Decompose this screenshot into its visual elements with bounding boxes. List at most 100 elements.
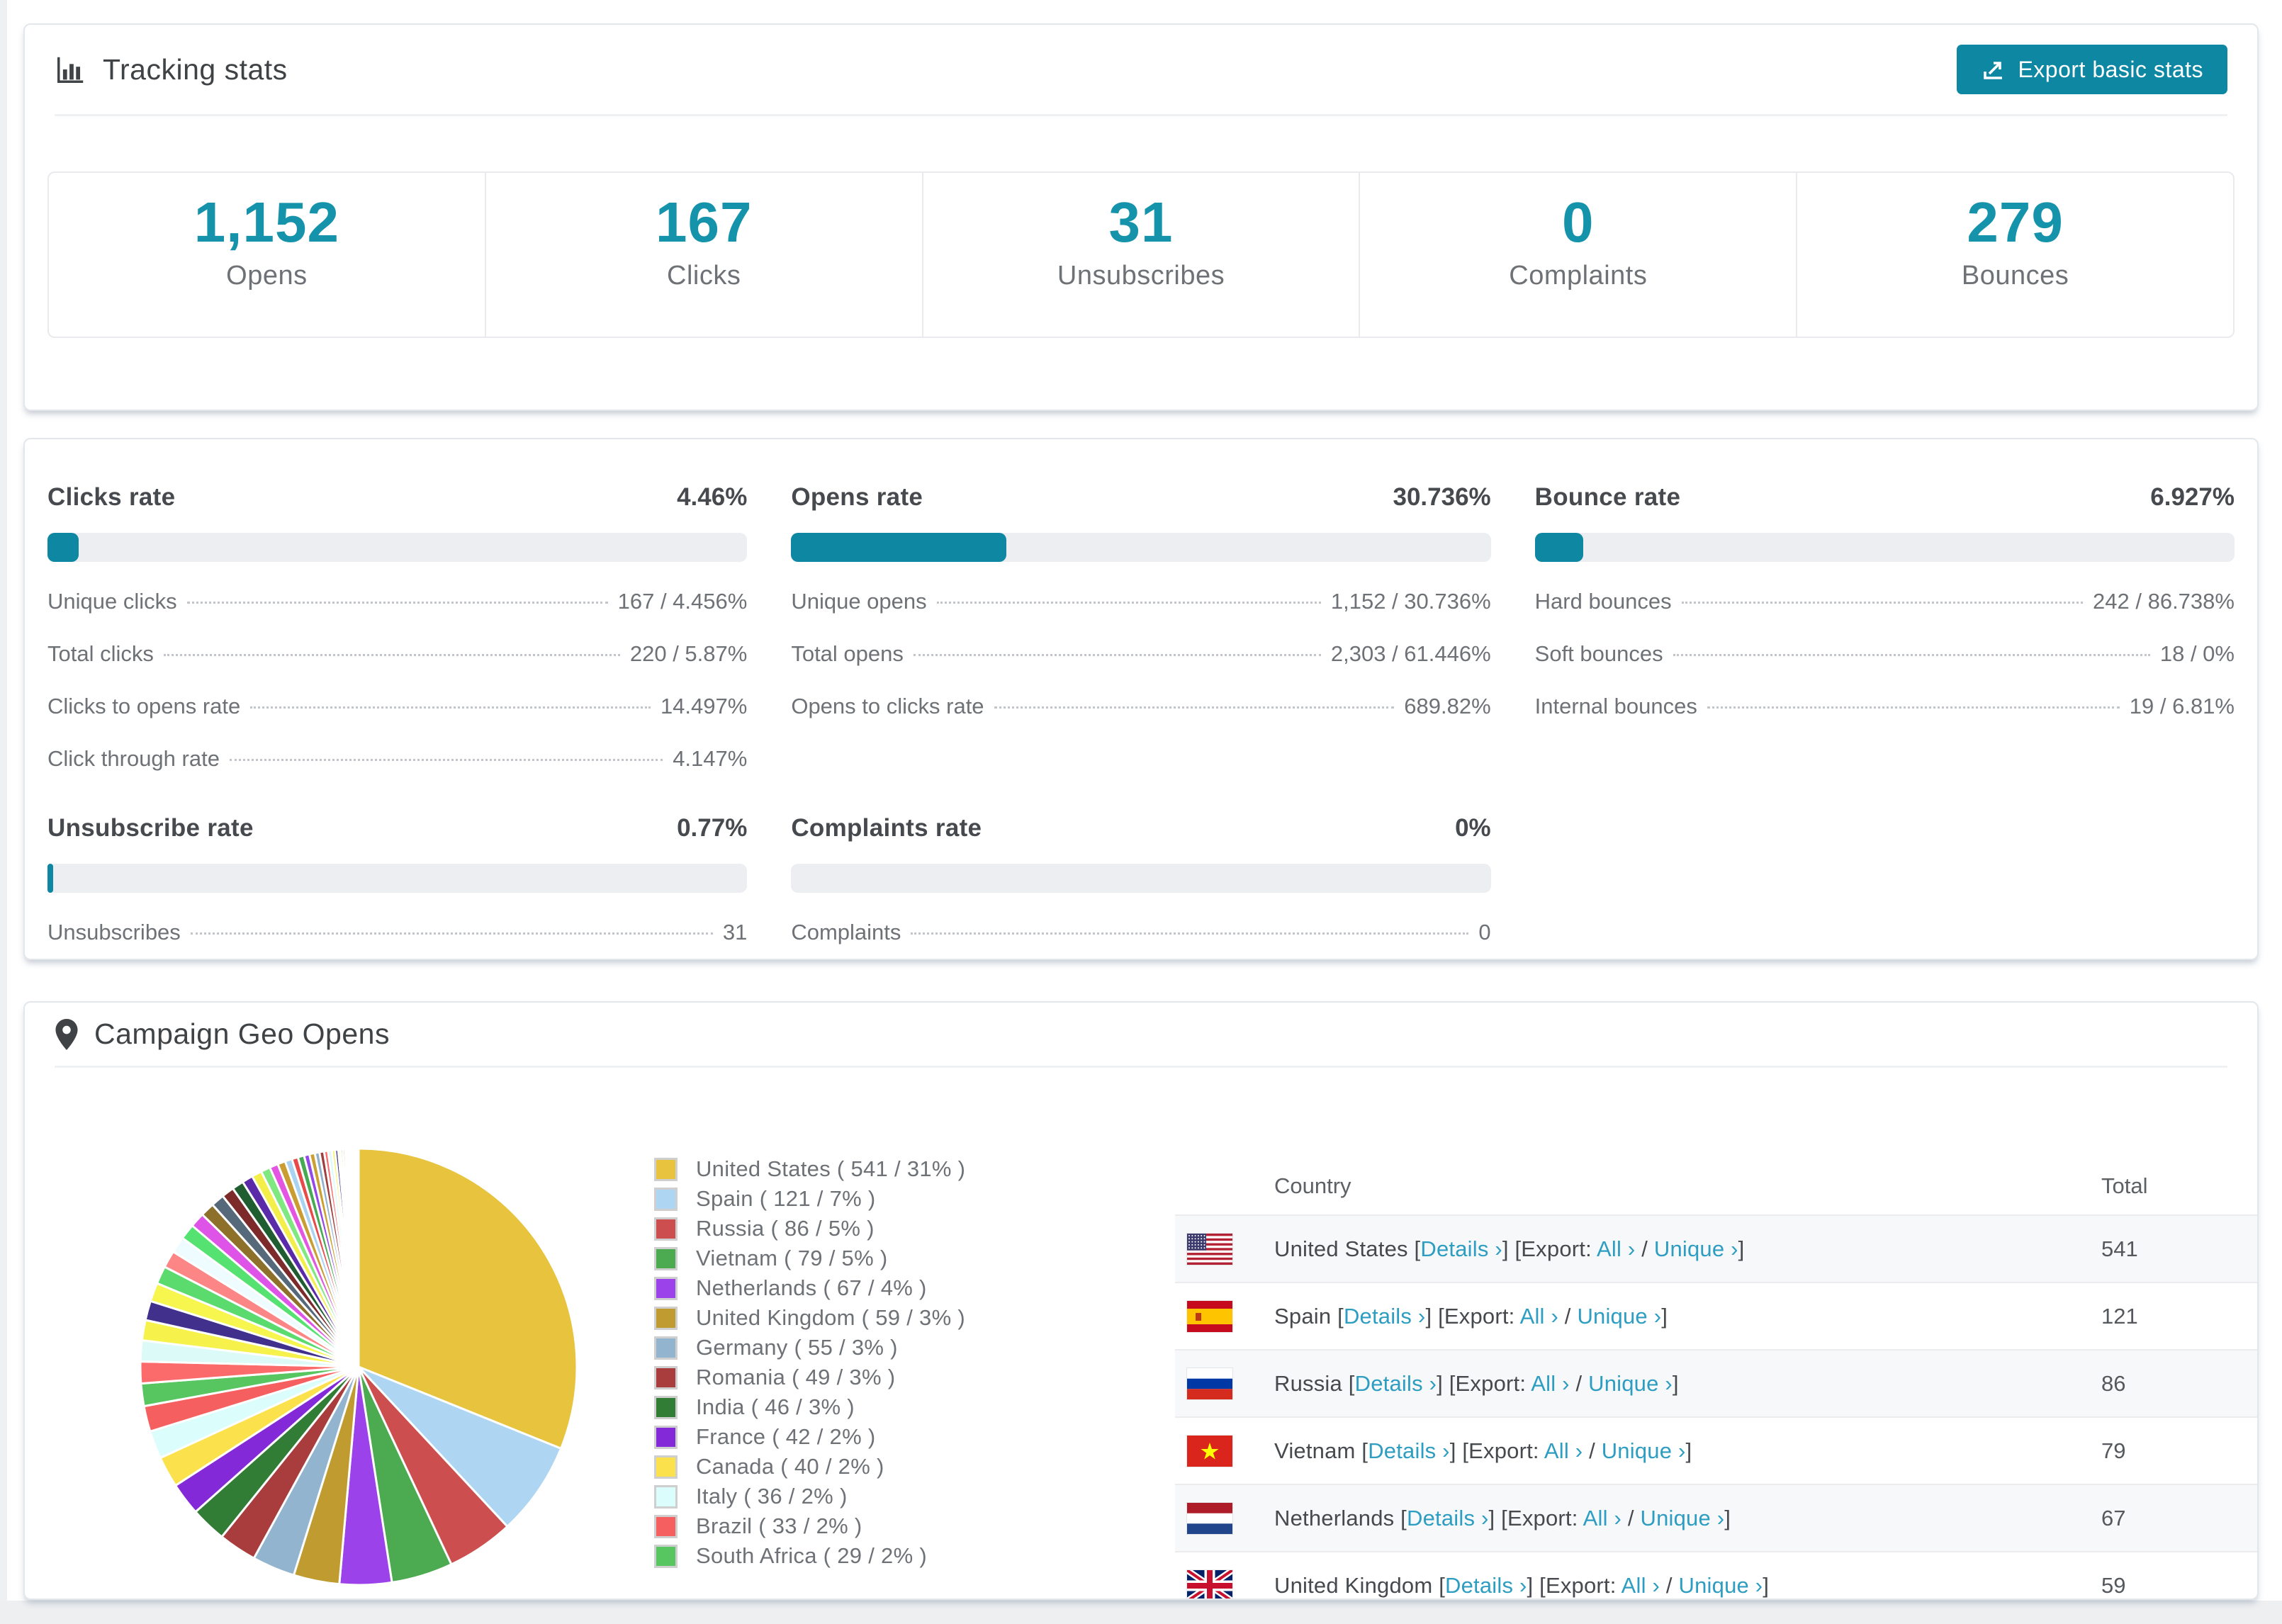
export-all-link[interactable]: All › [1597,1236,1635,1261]
rate-value: 0.77% [677,814,748,842]
rate-row: Total opens 2,303 / 61.446% [791,641,1490,667]
table-row-gb: United Kingdom [Details ›] [Export: All … [1175,1551,2257,1598]
rate-row-value: 2,303 / 61.446% [1330,641,1491,666]
dotted-leader [190,932,713,935]
rate-list: Unsubscribes 31 [47,920,747,945]
dotted-leader [936,602,1321,604]
rate-row: Soft bounces 18 / 0% [1535,641,2235,667]
legend-label: United Kingdom ( 59 / 3% ) [696,1305,965,1330]
export-unique-link[interactable]: Unique › [1679,1573,1763,1598]
dotted-leader [913,654,1321,656]
rate-list: Complaints 0 [791,920,1490,945]
rate-row-value: 18 / 0% [2159,641,2235,666]
flag-icon-gb [1187,1569,1232,1598]
export-all-link[interactable]: All › [1583,1506,1621,1530]
rate-head: Bounce rate 6.927% [1535,483,2235,512]
details-link[interactable]: Details › [1445,1573,1527,1598]
table-row-vn: Vietnam [Details ›] [Export: All › / Uni… [1175,1416,2257,1484]
rate-title: Bounce rate [1534,483,1681,511]
details-link[interactable]: Details › [1420,1236,1502,1261]
legend-label: Russia ( 86 / 5% ) [696,1216,875,1241]
legend-swatch [654,1336,678,1360]
rate-block-bounce-rate: Bounce rate 6.927% Hard bounces 242 / 86.73… [1534,483,2235,772]
rate-head: Complaints rate 0% [791,814,1490,842]
bar-chart-icon [55,53,87,86]
table-row-nl: Netherlands [Details ›] [Export: All › /… [1175,1484,2257,1551]
rate-title: Unsubscribe rate [47,814,254,842]
export-unique-link[interactable]: Unique › [1654,1236,1738,1261]
rate-row: Unique opens 1,152 / 30.736% [791,589,1490,614]
total-cell: 67 [2101,1505,2126,1530]
rate-value: 4.46% [677,483,748,511]
rate-list: Unique clicks 167 / 4.456% Total clicks 220… [47,589,747,772]
stat-label: Unsubscribes [1057,261,1225,291]
export-all-link[interactable]: All › [1520,1304,1558,1329]
legend-swatch [654,1187,678,1211]
stats-row: 1,152 Opens 167 Clicks 31 Unsubscribes 0 Compla… [47,171,2235,338]
export-basic-stats-button[interactable]: Export basic stats [1957,45,2227,94]
rate-row-label: Opens to clicks rate [791,694,984,718]
rate-block-complaints-rate: Complaints rate 0% Complaints 0 [791,814,1491,945]
legend-label: Brazil ( 33 / 2% ) [696,1513,862,1538]
rate-row-value: 689.82% [1404,694,1491,718]
rate-row: Complaints 0 [791,920,1490,945]
export-unique-link[interactable]: Unique › [1577,1304,1661,1329]
details-link[interactable]: Details › [1355,1371,1437,1396]
rate-progress-fill [47,864,53,893]
legend-label: Romania ( 49 / 3% ) [696,1365,896,1389]
legend-label: Germany ( 55 / 3% ) [696,1335,898,1360]
rate-row-label: Total opens [791,641,904,666]
legend-swatch [654,1544,678,1568]
stat-cell-clicks: 167 Clicks [486,173,923,337]
stat-value: 279 [1967,191,2064,254]
export-unique-link[interactable]: Unique › [1641,1506,1725,1530]
stat-label: Complaints [1509,261,1648,291]
legend-label: Vietnam ( 79 / 5% ) [696,1246,888,1270]
legend-item-in: India ( 46 / 3% ) [654,1392,965,1422]
rate-row-label: Complaints [791,920,901,944]
country-cell: Netherlands [Details ›] [Export: All › /… [1274,1505,1731,1530]
rate-row-value: 14.497% [660,694,748,718]
details-link[interactable]: Details › [1344,1304,1426,1329]
flag-icon-us [1187,1233,1232,1265]
legend-label: Netherlands ( 67 / 4% ) [696,1275,927,1300]
rate-value: 0% [1455,814,1491,842]
rate-row-label: Clicks to opens rate [47,694,241,718]
country-cell: United Kingdom [Details ›] [Export: All … [1274,1572,1770,1598]
country-name: Netherlands [1274,1505,1401,1530]
details-link[interactable]: Details › [1368,1438,1450,1463]
stat-label: Bounces [1961,261,2069,291]
stat-label: Opens [226,261,308,291]
export-unique-link[interactable]: Unique › [1588,1371,1673,1396]
rate-row-label: Click through rate [47,746,220,771]
country-name: Vietnam [1274,1438,1362,1463]
export-all-link[interactable]: All › [1544,1438,1583,1463]
rate-title: Clicks rate [47,483,176,511]
export-unique-link[interactable]: Unique › [1602,1438,1686,1463]
legend-item-de: Germany ( 55 / 3% ) [654,1333,965,1363]
rate-progress-track [47,864,748,893]
dotted-leader [1707,706,2120,709]
stat-value: 0 [1562,191,1595,254]
export-all-link[interactable]: All › [1531,1371,1569,1396]
pie-slice-other-59[interactable] [356,1147,360,1368]
country-cell: Russia [Details ›] [Export: All › / Uniq… [1274,1370,1679,1396]
flag-icon-vn [1187,1435,1232,1467]
rates-card: Clicks rate 4.46% Unique clicks 167 / 4.456… [23,438,2259,960]
rate-row-value: 0 [1478,920,1491,944]
rate-value: 6.927% [2150,483,2235,511]
geo-header: Campaign Geo Opens [55,1003,2227,1068]
flag-icon-nl [1187,1502,1232,1534]
rate-progress-fill [791,533,1006,562]
rate-row: Click through rate 4.147% [47,746,747,772]
legend-swatch [654,1425,678,1449]
rate-row-value: 4.147% [673,746,748,771]
dotted-leader [229,759,663,761]
page-title: Tracking stats [103,52,288,86]
rate-row-value: 242 / 86.738% [2093,589,2235,614]
rate-row-label: Unique opens [791,589,927,614]
details-link[interactable]: Details › [1407,1506,1489,1530]
rate-list: Unique opens 1,152 / 30.736% Total opens 2,… [791,589,1490,719]
export-all-link[interactable]: All › [1621,1573,1660,1598]
rate-block-opens-rate: Opens rate 30.736% Unique opens 1,152 / 30.… [791,483,1491,772]
